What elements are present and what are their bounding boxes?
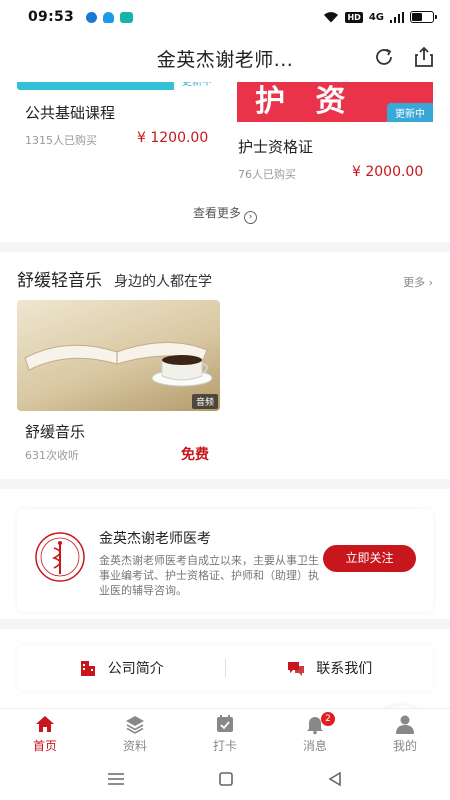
building-icon: [80, 661, 95, 676]
battery-icon: [410, 11, 437, 23]
qq-icon: [103, 11, 115, 23]
chat-icon: [288, 662, 305, 676]
tab-home[interactable]: 首页: [0, 709, 90, 758]
status-time: 09:53: [28, 9, 75, 25]
tab-label: 打卡: [212, 739, 237, 753]
tab-checkin[interactable]: 打卡: [180, 709, 270, 758]
course-card[interactable]: 更新中 公共基础课程 1315人已购买 ¥ 1200.00: [0, 82, 225, 162]
hd-badge: HD: [345, 11, 363, 23]
section-title: 舒缓轻音乐: [17, 271, 102, 291]
tab-profile[interactable]: 我的: [360, 709, 450, 758]
signal-icon: [390, 11, 404, 23]
course-price: ¥ 1200.00: [137, 130, 209, 146]
message-count-badge: 2: [321, 712, 335, 726]
tab-label: 首页: [32, 739, 57, 753]
tab-materials[interactable]: 资料: [90, 709, 180, 758]
company-intro-label: 公司简介: [107, 661, 164, 677]
view-more-label: 查看更多: [192, 206, 241, 220]
book-and-coffee-image: [24, 342, 213, 387]
page-title: 金英杰谢老师...: [156, 48, 294, 71]
company-intro-link[interactable]: 公司简介: [17, 658, 225, 678]
course-section: 更新中 公共基础课程 1315人已购买 ¥ 1200.00 护 资 更新中 护士…: [0, 82, 450, 242]
follow-description: 金英杰谢老师医考自成立以来，主要从事卫生事业编考试、护士资格证、护师和（助理）执…: [99, 554, 319, 597]
course-buyers: 76人已购买: [238, 168, 296, 181]
calendar-check-icon: [217, 715, 233, 732]
section-subtitle: 身边的人都在学: [114, 274, 212, 290]
follow-section: 金英杰谢老师医考 金英杰谢老师医考自成立以来，主要从事卫生事业编考试、护士资格证…: [0, 489, 450, 619]
contact-us-link[interactable]: 联系我们: [226, 658, 434, 678]
music-thumbnail[interactable]: 音频: [17, 300, 220, 411]
music-plays: 631次收听: [25, 449, 79, 462]
message-app-icon: [120, 11, 134, 23]
links-section: 公司简介 联系我们: [0, 629, 450, 708]
more-link[interactable]: 更多 ›: [403, 274, 433, 290]
update-tag: 更新中: [387, 103, 433, 122]
tab-label: 消息: [302, 739, 327, 753]
audio-tag: 音频: [191, 394, 218, 409]
tab-label: 我的: [392, 739, 417, 753]
tab-messages[interactable]: 2 消息: [270, 709, 360, 758]
system-nav-bar: [0, 758, 450, 800]
eye-app-icon: [86, 11, 98, 23]
signal-label: 4G: [368, 11, 384, 23]
refresh-icon[interactable]: [372, 45, 396, 69]
chevron-right-icon: ›: [244, 211, 257, 224]
nav-actions: [372, 45, 436, 69]
more-label: 更多: [403, 276, 426, 289]
nav-bar: 金英杰谢老师...: [0, 34, 450, 82]
status-app-icons: [86, 11, 134, 23]
follow-button[interactable]: 立即关注: [323, 545, 416, 572]
home-icon: [36, 716, 54, 732]
view-more-link[interactable]: 查看更多 ›: [0, 204, 450, 224]
section-header: 舒缓轻音乐 身边的人都在学 更多 ›: [17, 266, 433, 291]
links-card: 公司简介 联系我们: [17, 645, 433, 691]
music-price: 免费: [181, 447, 209, 463]
share-icon[interactable]: [412, 45, 436, 69]
course-name: 公共基础课程: [25, 104, 116, 122]
layers-icon: [126, 716, 144, 734]
course-thumbnail[interactable]: 护 资 更新中: [235, 82, 435, 124]
page-content[interactable]: 更新中 公共基础课程 1315人已购买 ¥ 1200.00 护 资 更新中 护士…: [0, 82, 450, 708]
battery-fill: [412, 13, 422, 21]
course-buyers: 1315人已购买: [25, 134, 97, 147]
follow-card: 金英杰谢老师医考 金英杰谢老师医考自成立以来，主要从事卫生事业编考试、护士资格证…: [17, 509, 433, 612]
user-icon: [396, 715, 414, 734]
back-triangle-icon[interactable]: [327, 771, 343, 787]
music-section: 舒缓轻音乐 身边的人都在学 更多 › 音频 舒缓音乐 631次收听 免费: [0, 252, 450, 479]
course-price: ¥ 2000.00: [352, 164, 424, 180]
status-indicators: HD 4G: [323, 11, 437, 23]
course-thumb-text: 护 资: [255, 84, 356, 119]
status-bar: 09:53 HD 4G: [0, 0, 450, 34]
update-tag: 更新中: [174, 82, 220, 90]
follow-name: 金英杰谢老师医考: [99, 531, 211, 547]
tab-label: 资料: [122, 739, 147, 753]
music-name[interactable]: 舒缓音乐: [25, 421, 85, 442]
medical-logo-icon: [35, 532, 85, 582]
wifi-icon: [324, 12, 339, 23]
contact-us-label: 联系我们: [316, 661, 373, 677]
course-card[interactable]: 护 资 更新中 护士资格证 76人已购买 ¥ 2000.00: [225, 82, 450, 192]
course-thumbnail[interactable]: 更新中: [17, 82, 220, 90]
course-name: 护士资格证: [238, 138, 314, 156]
menu-icon[interactable]: [107, 772, 125, 786]
tab-bar: 首页 资料 打卡 2 消息 我的: [0, 708, 450, 758]
home-square-icon[interactable]: [218, 771, 234, 787]
